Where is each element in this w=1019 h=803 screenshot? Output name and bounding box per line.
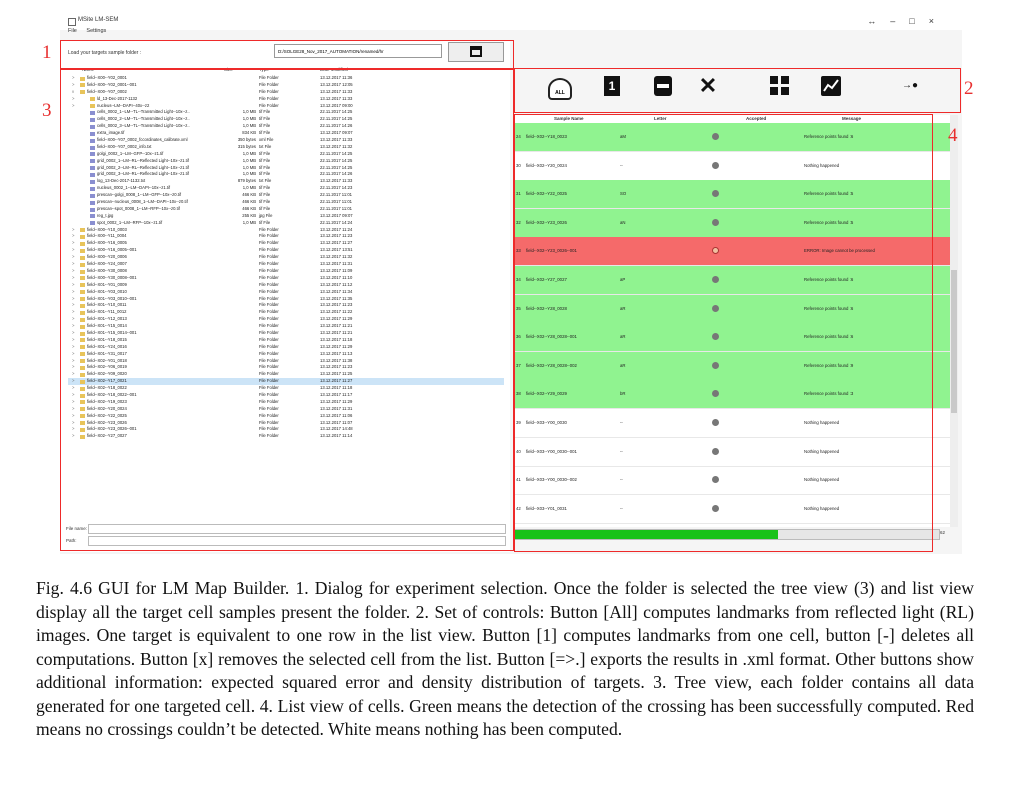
menu-settings[interactable]: Settings [86,28,106,34]
annotation-label-4: 4 [948,125,958,146]
annotation-label-1: 1 [42,42,52,63]
menu-file[interactable]: File [68,28,77,34]
restore-icon[interactable]: ↔ [867,16,890,26]
menu-bar: File Settings [68,28,114,34]
progress-text: 62 [940,530,946,535]
annotation-label-3: 3 [42,100,52,121]
annotation-box-4 [514,114,933,552]
close-icon[interactable]: × [929,16,948,26]
annotation-box-2 [514,68,961,113]
annotation-box-3 [60,68,514,551]
title-bar: MSite LM-SEM ↔–□× [60,14,962,30]
window-controls: ↔–□× [867,16,948,26]
window-title: MSite LM-SEM [78,17,119,23]
annotation-box-1 [60,40,514,70]
app-icon [68,18,76,26]
maximize-icon[interactable]: □ [909,16,928,26]
scroll-thumb[interactable] [951,270,957,413]
figure-caption: Fig. 4.6 GUI for LM Map Builder. 1. Dial… [36,578,974,739]
list-scrollbar[interactable] [950,115,958,527]
annotation-label-2: 2 [964,78,974,99]
minimize-icon[interactable]: – [890,16,909,26]
